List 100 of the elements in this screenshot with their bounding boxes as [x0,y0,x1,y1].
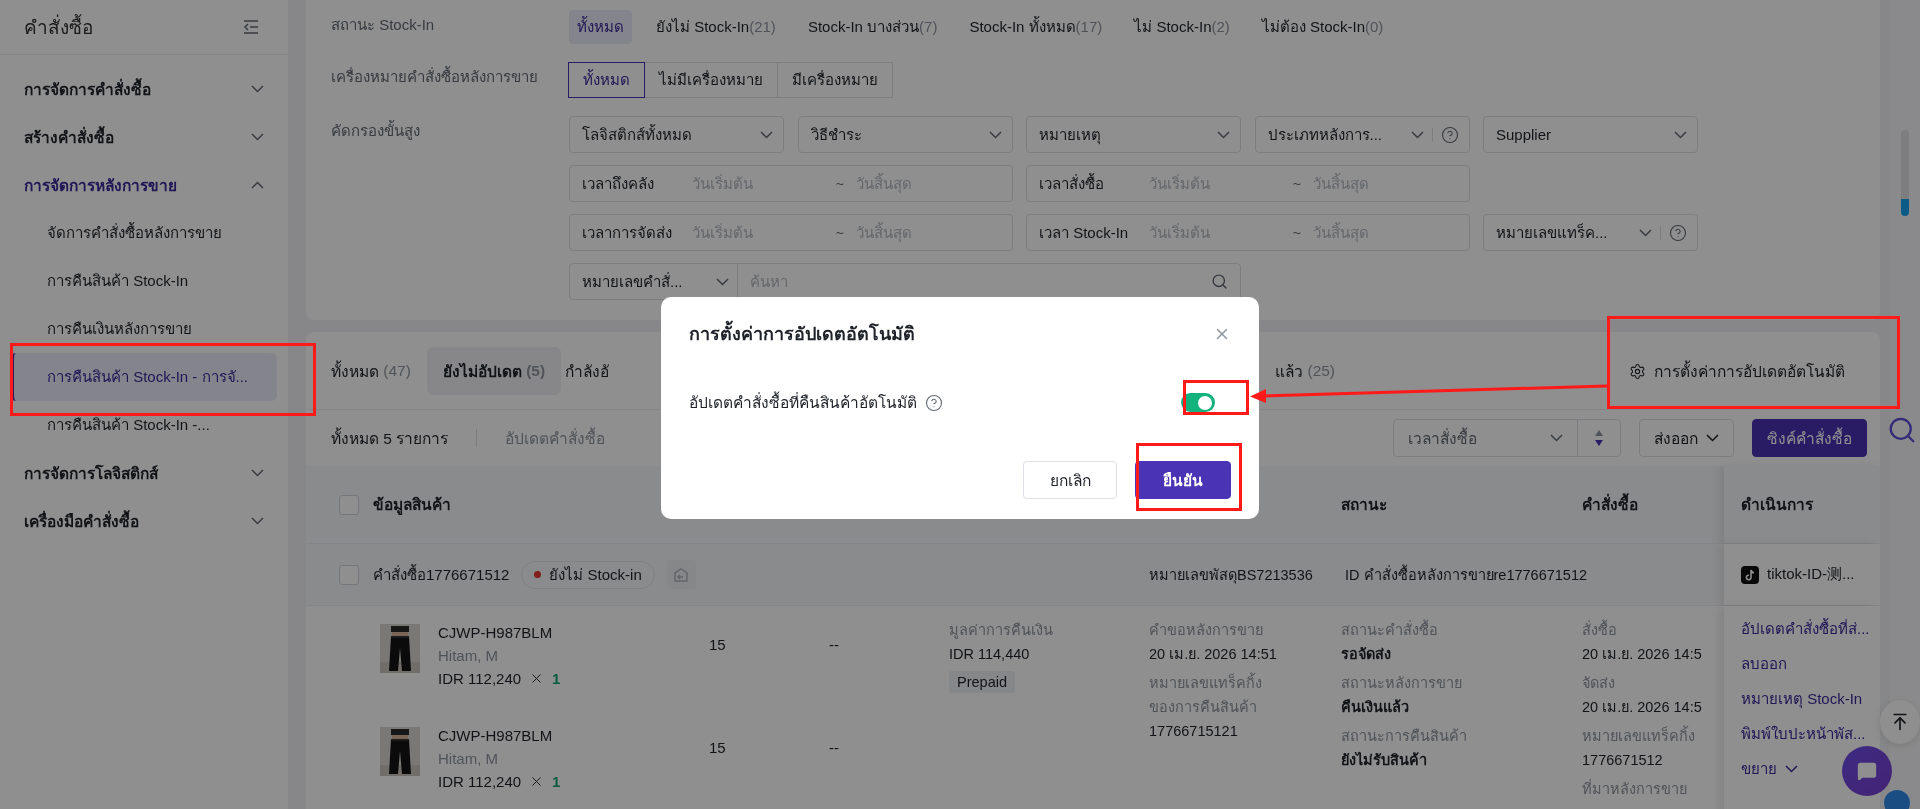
tab[interactable]: ทั้งหมด (47) [315,347,427,395]
scrollbar[interactable] [1901,130,1909,216]
quantity: 1 [552,670,561,687]
field-value: รอจัดส่ง [1341,645,1392,664]
sidebar-group[interactable]: สร้างคำสั่งซื้อ [0,113,288,161]
tab[interactable]: กำลังอั [561,347,610,395]
search-icon[interactable] [1211,273,1228,290]
tab[interactable]: แล้ว (25) [1271,347,1336,395]
sidebar-item[interactable]: การคืนสินค้า Stock-In [10,257,277,305]
filter-label: เครื่องหมายคำสั่งซื้อหลังการขาย [331,65,539,87]
help-icon[interactable] [1440,125,1459,144]
return-icon [673,566,690,583]
chevron-down-icon [1410,130,1424,139]
field-label: คำขอหลังการขาย [1149,621,1264,640]
total-count: ทั้งหมด 5 รายการ [331,426,449,449]
column-header: สถานะ [1341,495,1387,515]
variant: Hitam, M [438,647,499,664]
settings-icon [1629,362,1646,380]
cancel-button[interactable]: ยกเลิก [1023,461,1117,499]
field-value: 1776671512 [1582,751,1664,770]
column-header: คำสั่งซื้อ [1582,492,1638,517]
table-cell: -- [829,636,839,653]
action-link[interactable]: ลบออก [1741,653,1787,675]
chevron-down-icon [716,277,729,286]
search-icon[interactable] [1887,415,1917,445]
table-cell: 15 [709,636,726,653]
sidebar-item[interactable]: จัดการคำสั่งซื้อหลังการขาย [10,209,277,257]
confirm-button[interactable]: ยืนยัน [1135,461,1231,499]
select-field[interactable]: ประเภทหลังการ... [1254,116,1470,153]
chevron-down-icon [251,469,264,477]
chat-icon [1857,761,1877,781]
field-label: ที่มาหลังการขาย [1582,778,1688,799]
shop-name: tiktok-ID-测... [1767,565,1855,584]
chevron-down-icon [1639,228,1652,237]
sidebar-item[interactable]: การคืนสินค้า Stock-In - การจั... [10,353,277,401]
field-label: จัดส่ง [1582,674,1616,693]
parcel-number: หมายเลขพัสดุBS7213536 [1149,566,1313,586]
sync-orders-button[interactable]: ซิงค์คำสั่งซื้อ [1752,419,1867,457]
select-field[interactable]: โลจิสติกส์ทั้งหมด [569,116,784,153]
payment-tag: Prepaid [949,671,1015,693]
sku-code: CJWP-H987BLM [438,624,554,641]
filter-label: คัดกรองขั้นสูง [331,119,421,142]
column-header: ข้อมูลสินค้า [373,495,451,517]
collapse-menu-icon[interactable] [242,19,260,35]
table-cell: -- [829,739,839,756]
action-link[interactable]: หมายเหตุ Stock-In [1741,688,1863,710]
field-value: คืนเงินแล้ว [1341,698,1410,717]
help-icon[interactable] [1669,223,1687,242]
status-option[interactable]: Stock-In บางส่วน(7) [799,10,946,44]
status-option[interactable]: ไม่ต้อง Stock-In(0) [1253,10,1392,44]
chevron-down-icon [1217,130,1230,139]
table-cell: 15 [709,739,726,756]
sidebar-item[interactable]: การคืนสินค้า Stock-In -... [10,401,277,449]
settings-link[interactable]: การตั้งค่าการอัปเดตอัตโนมัติ [1629,347,1845,395]
chevron-down-icon [251,133,264,141]
highlight-frame [1183,380,1249,415]
select-field[interactable]: หมายเลขแทร็ค... [1483,214,1698,251]
select-field[interactable]: วิธีชำระ [797,116,1013,153]
field-value: 20 เม.ย. 2026 14:5 [1582,698,1703,717]
marker-option[interactable]: ทั้งหมด [568,62,645,98]
arrow-up-icon [1890,712,1910,732]
order-checkbox[interactable] [339,564,359,585]
sidebar-group[interactable]: เครื่องมือคำสั่งซื้อ [0,497,288,545]
action-link[interactable]: อัปเดตคำสั่งซื้อที่ส่... [1741,618,1870,640]
sidebar-item[interactable]: การคืนเงินหลังการขาย [10,305,277,353]
field-value: ยังไม่รับสินค้า [1341,751,1428,770]
marker-option[interactable]: มีเครื่องหมาย [777,62,893,98]
field-value: 20 เม.ย. 2026 14:5 [1582,645,1703,664]
action-link[interactable]: พิมพ์ใบปะหน้าพัส... [1741,723,1866,745]
field-label: หมายเลขแทร็คกิ้งของการคืนสินค้า [1149,671,1284,719]
dialog-title: การตั้งค่าการอัปเดตอัตโนมัติ [689,319,915,348]
sidebar-group[interactable]: การจัดการคำสั่งซื้อ [0,65,288,113]
sidebar-group[interactable]: การจัดการหลังการขาย [0,161,288,209]
expand-link[interactable]: ขยาย [1741,758,1798,780]
sidebar-group[interactable]: การจัดการโลจิสติกส์ [0,449,288,497]
select-all-checkbox[interactable] [339,494,359,515]
chevron-down-icon [1550,434,1563,442]
export-button[interactable]: ส่งออก [1639,419,1734,457]
status-option[interactable]: ไม่ Stock-In(2) [1126,10,1238,44]
sku-code: CJWP-H987BLM [438,727,554,744]
field-value: 20 เม.ย. 2026 14:51 [1149,645,1278,664]
assistant-button[interactable] [1884,790,1910,809]
select-field[interactable]: หมายเหตุ [1026,116,1241,153]
select-field[interactable]: Supplier [1483,116,1698,153]
chevron-down-icon [760,130,773,139]
chevron-down-icon [1706,434,1719,442]
back-to-top-button[interactable] [1880,700,1920,744]
setting-label: อัปเดตคำสั่งซื้อที่คืนสินค้าอัตโนมัติ [689,390,917,415]
status-option[interactable]: ยังไม่ Stock-In(21) [648,10,784,44]
chevron-down-icon [1785,765,1798,773]
sort-order-icon[interactable] [1594,429,1604,447]
marker-option[interactable]: ไม่มีเครื่องหมาย [644,62,778,98]
chevron-down-icon [251,517,264,525]
sort-select[interactable]: เวลาสั่งซื้อ [1393,419,1621,457]
quantity: 1 [552,773,561,790]
field-label: หมายเลขแทร็คกิ้ง [1582,724,1724,748]
field-label: สถานะคำสั่งซื้อ [1341,618,1582,642]
status-option[interactable]: ทั้งหมด [569,10,632,44]
help-icon[interactable] [925,393,943,412]
status-option[interactable]: Stock-In ทั้งหมด(17) [961,10,1111,44]
